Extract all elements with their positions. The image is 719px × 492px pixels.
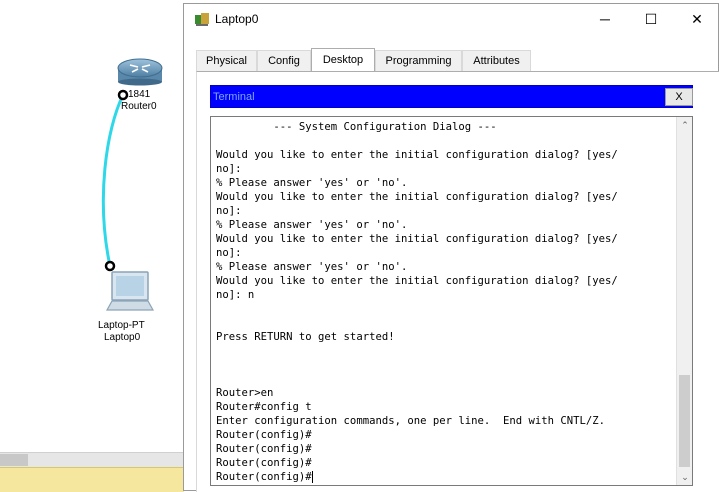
terminal-line: Would you like to enter the initial conf… — [216, 275, 618, 287]
tab-programming[interactable]: Programming — [375, 50, 462, 71]
router-icon[interactable] — [116, 56, 164, 86]
laptop-name-label: Laptop0 — [104, 332, 141, 343]
terminal-line: no]: n — [216, 289, 255, 301]
minimize-button[interactable]: ─ — [582, 4, 628, 34]
tab-desktop[interactable]: Desktop — [311, 48, 375, 71]
minimize-icon: ─ — [600, 11, 610, 27]
router-model-label: 1841 — [128, 89, 151, 100]
workspace-horizontal-scrollbar[interactable] — [0, 452, 184, 467]
terminal-line: Router(config)# — [216, 457, 312, 469]
tab-config[interactable]: Config — [257, 50, 311, 71]
terminal-line: Enter configuration commands, one per li… — [216, 415, 606, 427]
terminal-header: Terminal — [210, 85, 693, 108]
terminal-line: Router>en — [216, 387, 274, 399]
link-endpoint-laptop — [104, 260, 116, 272]
router-name-label: Router0 — [121, 101, 157, 112]
maximize-icon: ☐ — [644, 10, 658, 27]
terminal-line: Router(config)# — [216, 471, 312, 483]
title-bar[interactable]: Laptop0 ─ ☐ ✕ — [184, 4, 718, 34]
workspace-scroll-thumb[interactable] — [0, 454, 28, 466]
window-title: Laptop0 — [215, 12, 259, 26]
terminal-title: Terminal — [213, 91, 255, 103]
tab-physical[interactable]: Physical — [196, 50, 257, 71]
terminal-close-button[interactable]: X — [665, 88, 693, 106]
close-icon: ✕ — [691, 10, 703, 27]
maximize-button[interactable]: ☐ — [628, 4, 674, 34]
terminal-text[interactable]: --- System Configuration Dialog --- Woul… — [216, 120, 618, 484]
terminal-line: no]: — [216, 247, 242, 259]
laptop-model-label: Laptop-PT — [98, 320, 145, 331]
terminal-output[interactable]: --- System Configuration Dialog --- Woul… — [210, 116, 693, 486]
terminal-line: no]: — [216, 205, 242, 217]
terminal-line: Would you like to enter the initial conf… — [216, 149, 618, 161]
terminal-line: % Please answer 'yes' or 'no'. — [216, 261, 408, 273]
laptop-icon[interactable] — [104, 270, 154, 316]
terminal-line: Would you like to enter the initial conf… — [216, 191, 618, 203]
terminal-vertical-scrollbar[interactable]: ⌃ ⌄ — [676, 117, 692, 485]
terminal-line: no]: — [216, 163, 242, 175]
terminal-line: Router(config)# — [216, 443, 312, 455]
terminal-line: --- System Configuration Dialog --- — [216, 121, 497, 133]
device-window: Laptop0 ─ ☐ ✕ Physical Config Programmin… — [183, 3, 719, 492]
terminal-line: Press RETURN to get started! — [216, 331, 395, 343]
close-button[interactable]: ✕ — [674, 4, 719, 34]
workspace-bottom-bar — [0, 467, 184, 492]
laptop-app-icon — [195, 13, 209, 26]
scroll-up-icon[interactable]: ⌃ — [677, 117, 692, 133]
terminal-line: Router(config)# — [216, 429, 312, 441]
text-cursor — [311, 471, 313, 483]
terminal-line: Router#config t — [216, 401, 312, 413]
tab-attributes[interactable]: Attributes — [462, 50, 531, 71]
terminal-line: Would you like to enter the initial conf… — [216, 233, 618, 245]
link-endpoint-router — [117, 89, 129, 101]
terminal-line: % Please answer 'yes' or 'no'. — [216, 177, 408, 189]
terminal-scroll-thumb[interactable] — [679, 375, 690, 467]
scroll-down-icon[interactable]: ⌄ — [677, 469, 692, 485]
terminal-line: % Please answer 'yes' or 'no'. — [216, 219, 408, 231]
